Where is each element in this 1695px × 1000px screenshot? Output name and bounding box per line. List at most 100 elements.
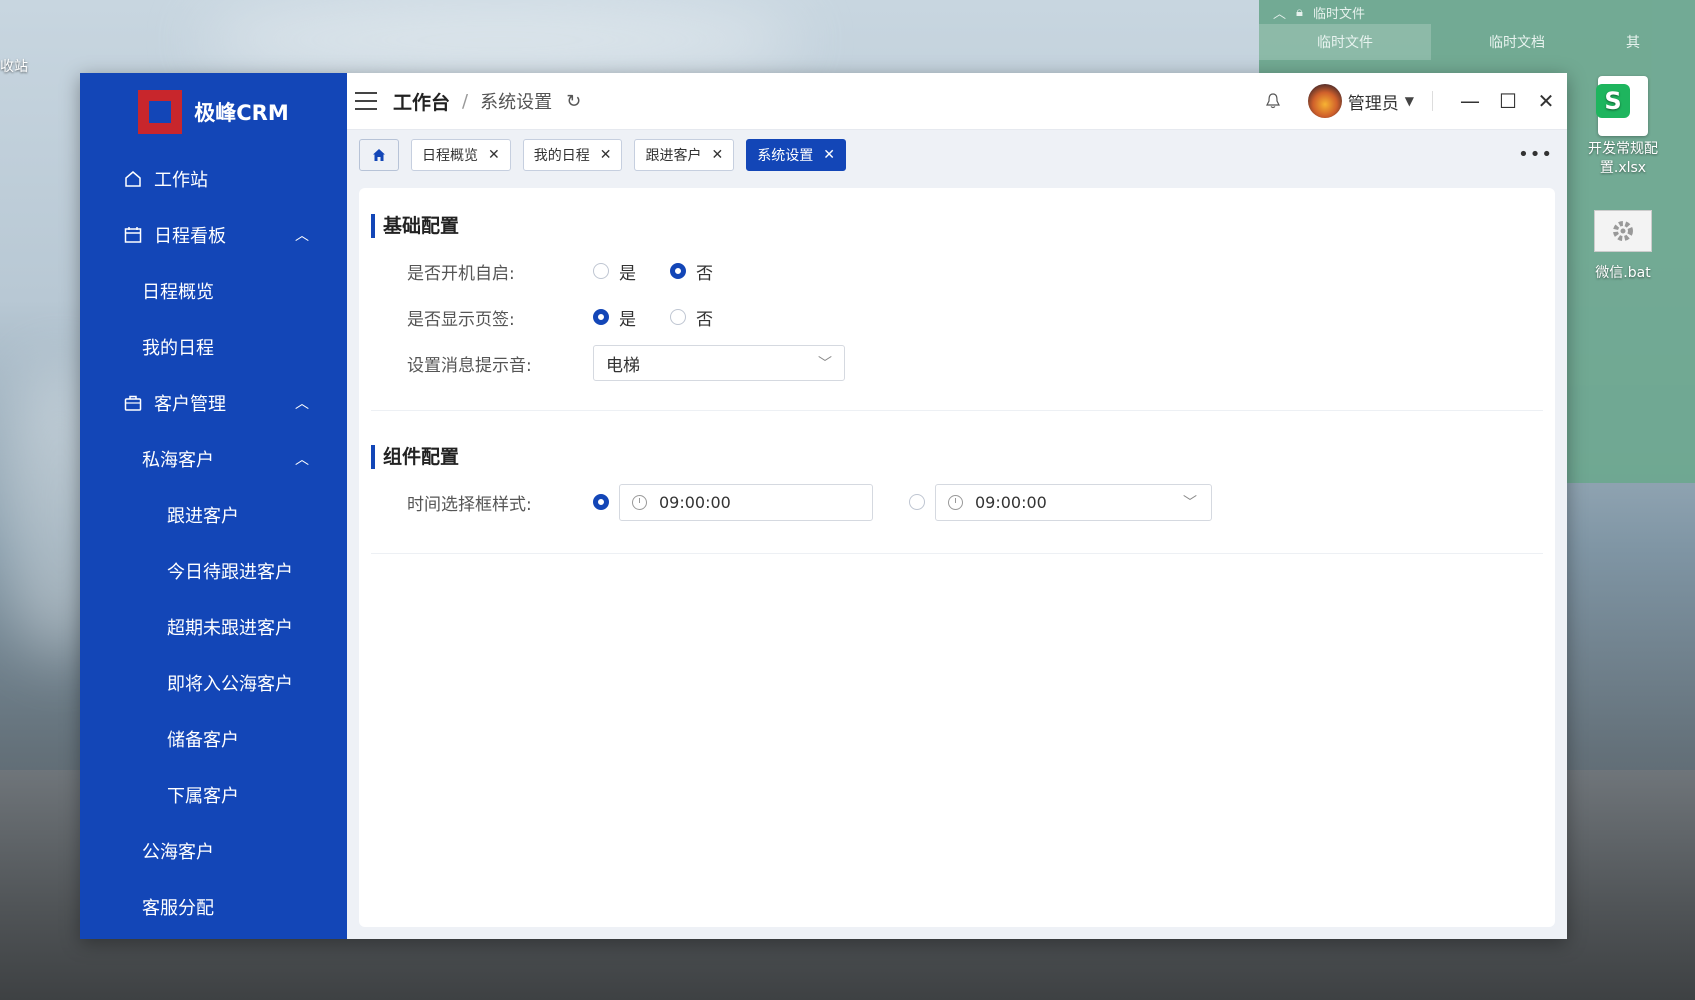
show-tabs-row: 是否显示页签: 是 否 <box>371 294 1543 340</box>
radio-circle <box>909 494 925 510</box>
avatar[interactable] <box>1307 84 1342 118</box>
time-input-style-2[interactable]: 09:00:00 ﹀ <box>935 483 1212 521</box>
sidebar-item[interactable]: 日程看板 ︿ <box>80 207 347 263</box>
sound-row: 设置消息提示音: 电梯 ﹀ <box>371 340 1543 386</box>
caret-down-icon[interactable]: ▼ <box>1405 94 1414 108</box>
radio-circle <box>670 263 686 279</box>
sidebar-item[interactable]: 下属客户 <box>80 767 347 823</box>
widget-title: 临时文件 <box>1312 6 1365 22</box>
sidebar-item[interactable]: 即将入公海客户 <box>80 655 347 711</box>
tab-home[interactable] <box>359 139 399 171</box>
bell-icon[interactable] <box>1264 92 1282 110</box>
sound-value: 电梯 <box>606 355 640 376</box>
tab-system-settings[interactable]: 系统设置 ✕ <box>746 139 846 171</box>
sidebar-item[interactable]: 客服分配 <box>80 879 347 935</box>
chevron-down-icon: ﹀ <box>818 356 832 372</box>
tab-follow-customers[interactable]: 跟进客户 ✕ <box>634 139 735 171</box>
sidebar-item-label: 日程概览 <box>142 282 214 303</box>
settings-card: 基础配置 是否开机自启: 是 否 是否显示页签: 是 否 设置消息提示音: 电梯… <box>359 188 1555 927</box>
sidebar-item[interactable]: 储备客户 <box>80 711 347 767</box>
desktop-file-xlsx[interactable]: S 开发常规配置.xlsx <box>1563 76 1683 178</box>
close-tab-icon[interactable]: ✕ <box>488 147 500 163</box>
radio-circle <box>593 263 609 279</box>
show-tabs-yes-radio[interactable]: 是 <box>593 305 636 330</box>
chevron-up-icon[interactable]: ︿ <box>295 449 309 469</box>
tab-schedule-overview[interactable]: 日程概览 ✕ <box>411 139 511 171</box>
time-picker-row: 时间选择框样式: 09:00:00 09:00:00 ﹀ <box>371 479 1543 525</box>
close-tab-icon[interactable]: ✕ <box>600 147 612 163</box>
file-name: 微信.bat <box>1595 265 1651 281</box>
sound-select[interactable]: 电梯 ﹀ <box>593 345 845 381</box>
chevron-up-icon[interactable]: ︿ <box>1273 3 1286 22</box>
radio-circle <box>593 309 609 325</box>
maximize-icon[interactable]: ☐ <box>1489 82 1527 120</box>
chevron-up-icon[interactable]: ︿ <box>295 393 309 413</box>
sidebar-item-label: 今日待跟进客户 <box>167 562 293 583</box>
sidebar-item-label: 储备客户 <box>167 730 239 751</box>
user-name[interactable]: 管理员 <box>1348 89 1399 114</box>
section-title-component: 组件配置 <box>371 445 1543 469</box>
autostart-no-radio[interactable]: 否 <box>670 259 713 284</box>
divider <box>1432 91 1433 111</box>
topbar: 工作台 / 系统设置 ↻ 管理员 ▼ — ☐ ✕ <box>347 73 1567 130</box>
desktop-file-bat[interactable]: 微信.bat <box>1563 210 1683 282</box>
cloud <box>200 0 800 80</box>
close-tab-icon[interactable]: ✕ <box>711 147 723 163</box>
section-divider <box>371 410 1543 411</box>
widget-tab-temp-docs[interactable]: 临时文档 <box>1431 24 1603 60</box>
sidebar-item-label: 下属客户 <box>167 786 239 807</box>
sound-label: 设置消息提示音: <box>407 355 532 376</box>
sidebar-item[interactable]: 日程概览 <box>80 263 347 319</box>
show-tabs-label: 是否显示页签: <box>407 309 515 330</box>
spreadsheet-icon: S <box>1596 76 1648 136</box>
home-icon <box>122 168 144 190</box>
close-tab-icon[interactable]: ✕ <box>823 147 835 163</box>
sidebar-item[interactable]: 超期未跟进客户 <box>80 599 347 655</box>
refresh-icon[interactable]: ↻ <box>566 91 581 112</box>
time-input-style-1[interactable]: 09:00:00 <box>619 483 873 521</box>
section-divider <box>371 553 1543 554</box>
sidebar-item-label: 私海客户 <box>142 450 214 471</box>
more-icon[interactable]: ••• <box>1518 144 1553 165</box>
chevron-up-icon[interactable]: ︿ <box>295 225 309 245</box>
minimize-icon[interactable]: — <box>1451 82 1489 120</box>
time-picker-label: 时间选择框样式: <box>407 494 532 515</box>
sidebar-item[interactable]: 我的日程 <box>80 319 347 375</box>
sidebar-item-label: 客服分配 <box>142 898 214 919</box>
menu-toggle-icon[interactable] <box>355 92 377 110</box>
logo: 极峰CRM <box>80 73 347 151</box>
autostart-label: 是否开机自启: <box>407 263 515 284</box>
sidebar-item[interactable]: 私海客户 ︿ <box>80 431 347 487</box>
recycle-bin-label[interactable]: 收站 <box>0 56 28 76</box>
time-style-1-radio[interactable] <box>593 494 609 510</box>
section-title-basic: 基础配置 <box>371 214 1543 238</box>
time-style-2-radio[interactable] <box>909 494 925 510</box>
sidebar-item[interactable]: 今日待跟进客户 <box>80 543 347 599</box>
breadcrumb-separator: / <box>462 90 469 112</box>
tab-my-schedule[interactable]: 我的日程 ✕ <box>522 139 623 171</box>
sidebar-item[interactable]: 公海客户 <box>80 823 347 879</box>
sidebar-nav: 工作站日程看板 ︿ 日程概览我的日程客户管理 ︿ 私海客户 ︿ 跟进客户今日待跟进客户 超期未… <box>80 151 347 935</box>
breadcrumb-current: 系统设置 <box>480 92 553 113</box>
sidebar-item-label: 客户管理 <box>154 394 226 415</box>
sidebar-item-label: 日程看板 <box>154 226 226 247</box>
widget-tab-other[interactable]: 其 <box>1603 24 1663 60</box>
sidebar-item[interactable]: 工作站 <box>80 151 347 207</box>
autostart-row: 是否开机自启: 是 否 <box>371 248 1543 294</box>
sidebar-item-label: 即将入公海客户 <box>167 674 293 695</box>
sidebar-item[interactable]: 客户管理 ︿ <box>80 375 347 431</box>
sidebar-item[interactable]: 跟进客户 <box>80 487 347 543</box>
main-area: 工作台 / 系统设置 ↻ 管理员 ▼ — ☐ ✕ 日程概览 ✕ 我的日程 ✕ 跟… <box>347 73 1567 939</box>
home-icon <box>373 149 385 161</box>
logo-text: 极峰CRM <box>194 101 289 125</box>
clock-icon <box>948 494 963 510</box>
sidebar-item-label: 超期未跟进客户 <box>167 618 293 639</box>
calendar-icon <box>122 224 144 246</box>
content: 基础配置 是否开机自启: 是 否 是否显示页签: 是 否 设置消息提示音: 电梯… <box>347 180 1567 939</box>
show-tabs-no-radio[interactable]: 否 <box>670 305 713 330</box>
breadcrumb-root[interactable]: 工作台 <box>393 88 450 115</box>
close-icon[interactable]: ✕ <box>1527 82 1565 120</box>
autostart-yes-radio[interactable]: 是 <box>593 259 636 284</box>
file-name: 开发常规配置.xlsx <box>1588 141 1658 176</box>
widget-tab-temp-files[interactable]: 临时文件 <box>1259 24 1431 60</box>
